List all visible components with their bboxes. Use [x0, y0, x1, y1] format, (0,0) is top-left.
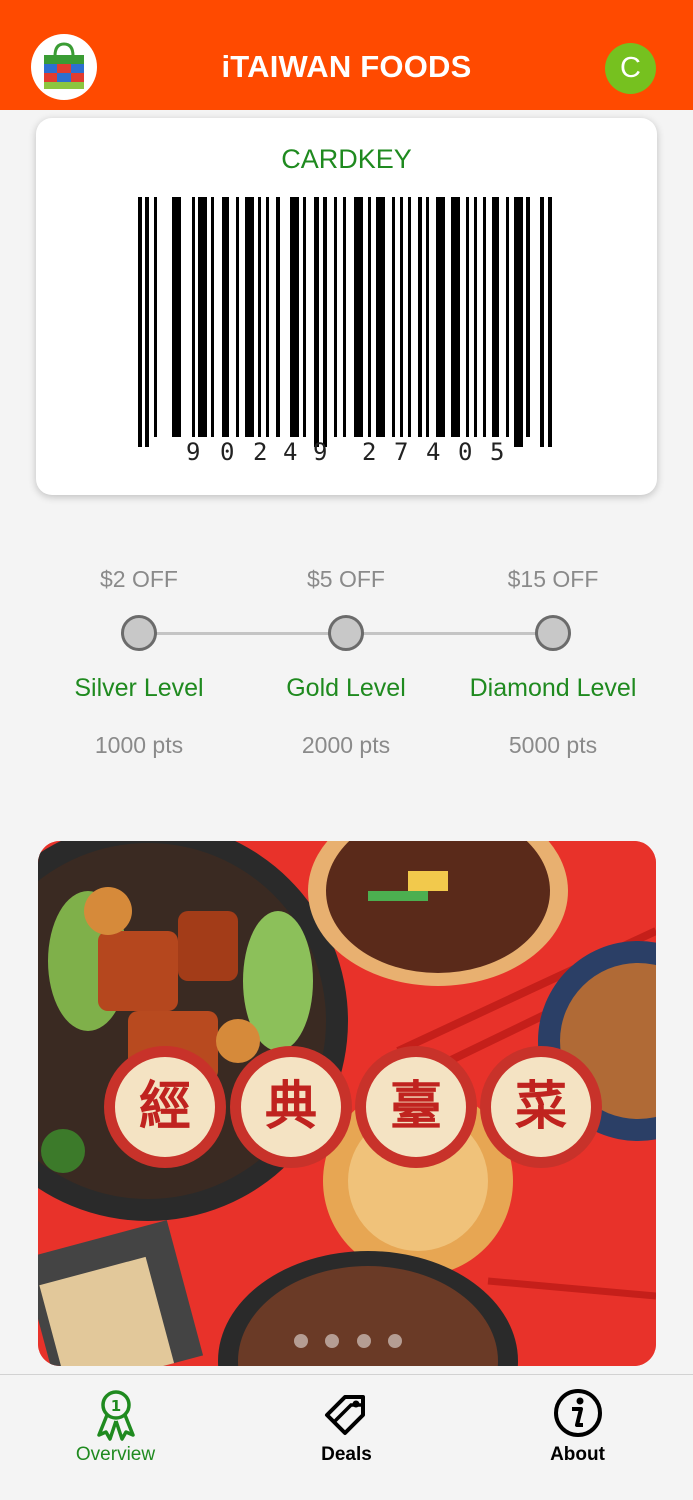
- carousel-dot[interactable]: [294, 1334, 308, 1348]
- tab-label: About: [550, 1444, 605, 1465]
- carousel-dot[interactable]: [357, 1334, 371, 1348]
- carousel-dot[interactable]: [325, 1334, 339, 1348]
- tags-icon: [325, 1395, 365, 1435]
- seal-character: 經: [112, 1054, 218, 1160]
- tab-deals[interactable]: Deals: [231, 1375, 462, 1500]
- carousel-dot[interactable]: [388, 1334, 402, 1348]
- tier-dot: [328, 615, 364, 651]
- tab-label: Overview: [75, 1444, 156, 1465]
- banner-seal: 臺: [355, 1046, 477, 1168]
- banner-seal: 典: [230, 1046, 352, 1168]
- barcode: 4 9 0 2 4 9 2 7 4 0 5 6: [138, 197, 552, 466]
- seal-character: 菜: [488, 1054, 594, 1160]
- carousel-indicator: [294, 1334, 404, 1350]
- app-header: iTAIWAN FOODS C: [0, 0, 693, 110]
- tier-discount: $15 OFF: [507, 566, 599, 592]
- tab-label: Deals: [321, 1444, 372, 1465]
- tab-overview[interactable]: 1 Overview: [0, 1375, 231, 1500]
- barcode-digit: 9: [186, 438, 200, 466]
- tier-name: Diamond Level: [469, 674, 637, 702]
- tier-gold: $5 OFF Gold Level 2000 pts: [246, 560, 446, 780]
- bottom-tab-bar: 1 Overview Deals About: [0, 1374, 693, 1500]
- barcode-digit: 7: [394, 438, 408, 466]
- info-icon: [554, 1389, 602, 1437]
- tier-name: Gold Level: [286, 674, 406, 702]
- tier-diamond: $15 OFF Diamond Level 5000 pts: [453, 560, 653, 780]
- seal-character: 典: [238, 1054, 344, 1160]
- barcode-digit: 0: [458, 438, 472, 466]
- banner-seal: 菜: [480, 1046, 602, 1168]
- barcode-digit: 4: [426, 438, 440, 466]
- reward-tiers: $2 OFF Silver Level 1000 pts $5 OFF Gold…: [0, 560, 693, 780]
- award-ribbon-icon: 1: [97, 1390, 135, 1441]
- tier-dot: [535, 615, 571, 651]
- tier-name: Silver Level: [74, 674, 204, 702]
- tab-about[interactable]: About: [462, 1375, 693, 1500]
- seal-character: 臺: [363, 1054, 469, 1160]
- tier-discount: $2 OFF: [100, 566, 178, 592]
- barcode-digit: 9: [313, 438, 327, 466]
- app-title: iTAIWAN FOODS: [221, 49, 472, 84]
- card-label: CARDKEY: [281, 144, 412, 174]
- banner-seal: 經: [104, 1046, 226, 1168]
- svg-text:1: 1: [111, 1397, 121, 1415]
- tier-discount: $5 OFF: [307, 566, 385, 592]
- tier-silver: $2 OFF Silver Level 1000 pts: [39, 560, 239, 780]
- barcode-digit: 4: [283, 438, 297, 466]
- tier-points: 5000 pts: [508, 732, 598, 758]
- tier-points: 2000 pts: [301, 732, 391, 758]
- user-avatar[interactable]: C: [605, 43, 656, 94]
- barcode-digit: 2: [362, 438, 376, 466]
- barcode-digit: 5: [490, 438, 504, 466]
- barcode-digit: 2: [253, 438, 267, 466]
- barcode-bars: [138, 197, 552, 447]
- barcode-digit: 0: [220, 438, 234, 466]
- tier-dot: [121, 615, 157, 651]
- membership-card: CARDKEY 9 0 2 4 9 2 7 4 0 5: [36, 118, 657, 495]
- tier-points: 1000 pts: [94, 732, 184, 758]
